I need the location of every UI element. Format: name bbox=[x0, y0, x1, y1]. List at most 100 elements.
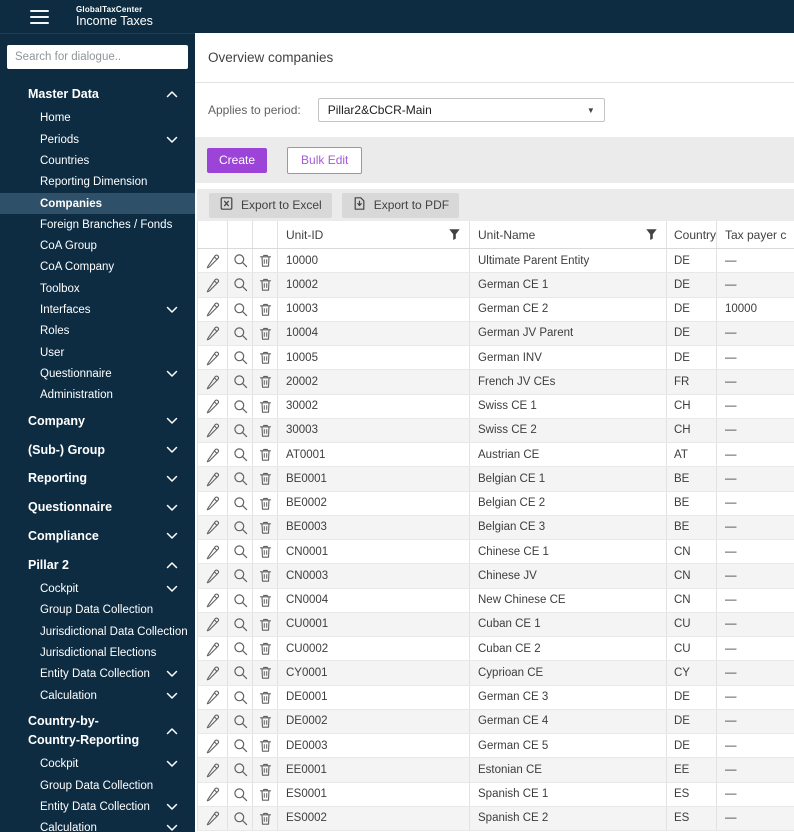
view-magnifier-icon[interactable] bbox=[228, 661, 252, 684]
delete-trash-icon[interactable] bbox=[253, 419, 277, 442]
sidebar-item-group-data-collection[interactable]: Group Data Collection bbox=[0, 775, 195, 796]
edit-pencil-icon[interactable] bbox=[198, 443, 227, 466]
view-magnifier-icon[interactable] bbox=[228, 419, 252, 442]
sidebar-item-country-by-country-reporting[interactable]: Country-by-Country-Reporting bbox=[0, 712, 195, 750]
view-magnifier-icon[interactable] bbox=[228, 734, 252, 757]
export-pdf-button[interactable]: Export to PDF bbox=[341, 192, 460, 218]
delete-trash-icon[interactable] bbox=[253, 661, 277, 684]
delete-trash-icon[interactable] bbox=[253, 807, 277, 830]
sidebar-item-pillar-2[interactable]: Pillar 2 bbox=[0, 556, 195, 575]
sidebar-item-calculation[interactable]: Calculation bbox=[0, 818, 195, 832]
filter-funnel-icon[interactable] bbox=[645, 228, 658, 241]
sidebar-item-administration[interactable]: Administration bbox=[0, 385, 195, 406]
sidebar-item-user[interactable]: User bbox=[0, 342, 195, 363]
delete-trash-icon[interactable] bbox=[253, 516, 277, 539]
edit-pencil-icon[interactable] bbox=[198, 395, 227, 418]
sidebar-item-coa-company[interactable]: CoA Company bbox=[0, 257, 195, 278]
view-magnifier-icon[interactable] bbox=[228, 346, 252, 369]
edit-pencil-icon[interactable] bbox=[198, 758, 227, 781]
delete-trash-icon[interactable] bbox=[253, 783, 277, 806]
delete-trash-icon[interactable] bbox=[253, 346, 277, 369]
edit-pencil-icon[interactable] bbox=[198, 322, 227, 345]
edit-pencil-icon[interactable] bbox=[198, 589, 227, 612]
delete-trash-icon[interactable] bbox=[253, 492, 277, 515]
sidebar-item-coa-group[interactable]: CoA Group bbox=[0, 236, 195, 257]
search-input[interactable] bbox=[7, 51, 188, 63]
sidebar-item-entity-data-collection[interactable]: Entity Data Collection bbox=[0, 796, 195, 817]
view-magnifier-icon[interactable] bbox=[228, 443, 252, 466]
delete-trash-icon[interactable] bbox=[253, 395, 277, 418]
sidebar-item-jurisdictional-data-collection[interactable]: Jurisdictional Data Collection bbox=[0, 621, 195, 642]
view-magnifier-icon[interactable] bbox=[228, 516, 252, 539]
sidebar-item-cockpit[interactable]: Cockpit bbox=[0, 754, 195, 775]
view-magnifier-icon[interactable] bbox=[228, 783, 252, 806]
sidebar-item-countries[interactable]: Countries bbox=[0, 150, 195, 171]
filter-funnel-icon[interactable] bbox=[448, 228, 461, 241]
sidebar-item-entity-data-collection[interactable]: Entity Data Collection bbox=[0, 664, 195, 685]
period-select[interactable]: Pillar2&CbCR-Main ▼ bbox=[317, 98, 605, 122]
delete-trash-icon[interactable] bbox=[253, 710, 277, 733]
sidebar-item-companies[interactable]: Companies bbox=[0, 192, 195, 215]
sidebar-item-compliance[interactable]: Compliance bbox=[0, 527, 195, 546]
view-magnifier-icon[interactable] bbox=[228, 564, 252, 587]
edit-pencil-icon[interactable] bbox=[198, 467, 227, 490]
delete-trash-icon[interactable] bbox=[253, 613, 277, 636]
edit-pencil-icon[interactable] bbox=[198, 492, 227, 515]
delete-trash-icon[interactable] bbox=[253, 686, 277, 709]
edit-pencil-icon[interactable] bbox=[198, 783, 227, 806]
sidebar-item-sub-group[interactable]: (Sub-) Group bbox=[0, 441, 195, 460]
view-magnifier-icon[interactable] bbox=[228, 395, 252, 418]
delete-trash-icon[interactable] bbox=[253, 443, 277, 466]
sidebar-item-cockpit[interactable]: Cockpit bbox=[0, 578, 195, 599]
edit-pencil-icon[interactable] bbox=[198, 249, 227, 272]
view-magnifier-icon[interactable] bbox=[228, 540, 252, 563]
create-button[interactable]: Create bbox=[207, 147, 268, 173]
sidebar-item-periods[interactable]: Periods bbox=[0, 129, 195, 150]
delete-trash-icon[interactable] bbox=[253, 589, 277, 612]
edit-pencil-icon[interactable] bbox=[198, 273, 227, 296]
view-magnifier-icon[interactable] bbox=[228, 322, 252, 345]
edit-pencil-icon[interactable] bbox=[198, 516, 227, 539]
sidebar-item-reporting-dimension[interactable]: Reporting Dimension bbox=[0, 172, 195, 193]
sidebar-item-jurisdictional-elections[interactable]: Jurisdictional Elections bbox=[0, 642, 195, 663]
delete-trash-icon[interactable] bbox=[253, 637, 277, 660]
sidebar-item-roles[interactable]: Roles bbox=[0, 321, 195, 342]
delete-trash-icon[interactable] bbox=[253, 734, 277, 757]
sidebar-item-questionnaire[interactable]: Questionnaire bbox=[0, 363, 195, 384]
edit-pencil-icon[interactable] bbox=[198, 298, 227, 321]
view-magnifier-icon[interactable] bbox=[228, 370, 252, 393]
delete-trash-icon[interactable] bbox=[253, 249, 277, 272]
sidebar-item-reporting[interactable]: Reporting bbox=[0, 469, 195, 488]
sidebar-item-home[interactable]: Home bbox=[0, 108, 195, 129]
edit-pencil-icon[interactable] bbox=[198, 710, 227, 733]
delete-trash-icon[interactable] bbox=[253, 467, 277, 490]
view-magnifier-icon[interactable] bbox=[228, 758, 252, 781]
view-magnifier-icon[interactable] bbox=[228, 492, 252, 515]
view-magnifier-icon[interactable] bbox=[228, 249, 252, 272]
delete-trash-icon[interactable] bbox=[253, 273, 277, 296]
edit-pencil-icon[interactable] bbox=[198, 686, 227, 709]
edit-pencil-icon[interactable] bbox=[198, 734, 227, 757]
edit-pencil-icon[interactable] bbox=[198, 540, 227, 563]
edit-pencil-icon[interactable] bbox=[198, 564, 227, 587]
delete-trash-icon[interactable] bbox=[253, 564, 277, 587]
edit-pencil-icon[interactable] bbox=[198, 346, 227, 369]
edit-pencil-icon[interactable] bbox=[198, 807, 227, 830]
delete-trash-icon[interactable] bbox=[253, 758, 277, 781]
view-magnifier-icon[interactable] bbox=[228, 467, 252, 490]
view-magnifier-icon[interactable] bbox=[228, 807, 252, 830]
bulk-edit-button[interactable]: Bulk Edit bbox=[287, 146, 363, 174]
edit-pencil-icon[interactable] bbox=[198, 370, 227, 393]
sidebar-item-calculation[interactable]: Calculation bbox=[0, 685, 195, 706]
edit-pencil-icon[interactable] bbox=[198, 419, 227, 442]
sidebar-item-group-data-collection[interactable]: Group Data Collection bbox=[0, 600, 195, 621]
delete-trash-icon[interactable] bbox=[253, 298, 277, 321]
export-excel-button[interactable]: Export to Excel bbox=[209, 192, 332, 218]
edit-pencil-icon[interactable] bbox=[198, 637, 227, 660]
view-magnifier-icon[interactable] bbox=[228, 298, 252, 321]
edit-pencil-icon[interactable] bbox=[198, 613, 227, 636]
sidebar-item-company[interactable]: Company bbox=[0, 412, 195, 431]
delete-trash-icon[interactable] bbox=[253, 370, 277, 393]
sidebar-item-toolbox[interactable]: Toolbox bbox=[0, 278, 195, 299]
view-magnifier-icon[interactable] bbox=[228, 637, 252, 660]
